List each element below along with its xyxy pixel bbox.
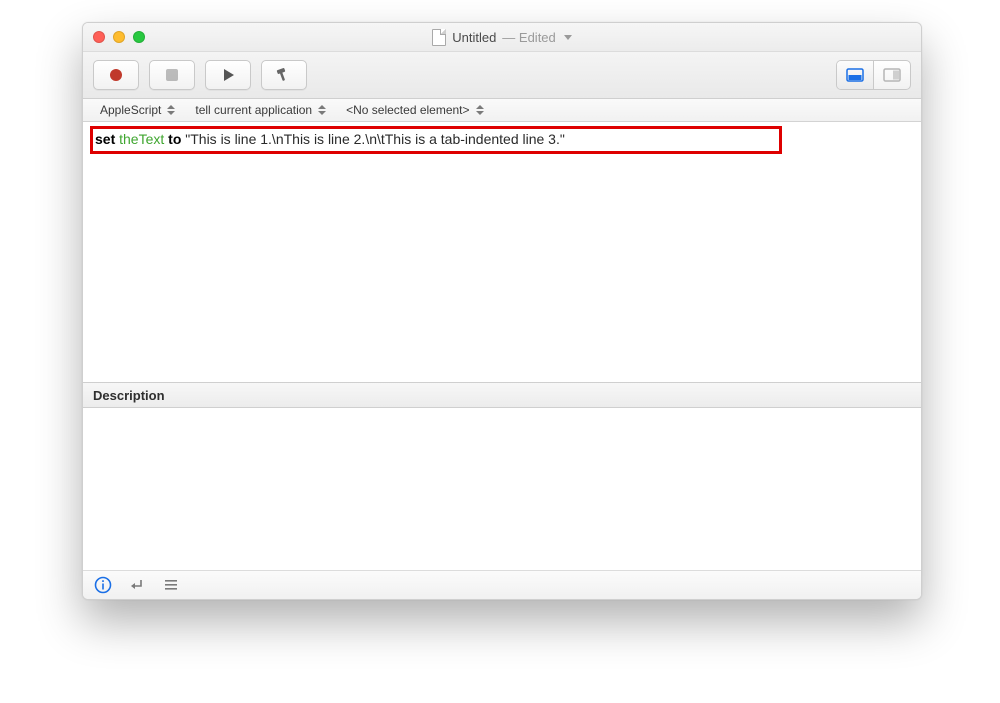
document-icon [432,29,446,46]
hammer-icon [275,66,293,84]
selection-label: <No selected element> [346,103,469,117]
keyword-set: set [95,131,115,147]
enter-button[interactable] [127,575,147,595]
view-results-button[interactable] [837,61,873,89]
log-pane-icon [883,68,901,82]
language-label: AppleScript [100,103,161,117]
build-button[interactable] [261,60,307,90]
minimize-window-button[interactable] [113,31,125,43]
zoom-window-button[interactable] [133,31,145,43]
traffic-lights [93,31,145,43]
close-window-button[interactable] [93,31,105,43]
stop-button[interactable] [149,60,195,90]
title-bar[interactable]: Untitled — Edited [83,23,921,52]
play-icon [220,67,236,83]
language-popup[interactable]: AppleScript [91,100,184,120]
window-title: Untitled [452,30,496,45]
status-bar [83,571,921,599]
info-button[interactable] [93,575,113,595]
view-log-button[interactable] [873,61,910,89]
window-edited-status: — Edited [502,30,555,45]
description-panel-body[interactable] [83,408,921,571]
view-mode-segment [836,60,911,90]
variable-name: theText [119,131,164,147]
list-button[interactable] [161,575,181,595]
list-icon [162,576,180,594]
selection-popup[interactable]: <No selected element> [337,100,492,120]
context-label: tell current application [195,103,312,117]
stepper-arrows-icon [476,105,484,115]
window-title-group: Untitled — Edited [83,29,921,46]
description-panel-header[interactable]: Description [83,382,921,408]
context-popup[interactable]: tell current application [186,100,335,120]
string-literal: "This is line 1.\nThis is line 2.\n\tThi… [185,131,565,147]
chevron-down-icon[interactable] [564,35,572,40]
keyword-to: to [168,131,181,147]
info-icon [94,576,112,594]
run-button[interactable] [205,60,251,90]
stepper-arrows-icon [318,105,326,115]
record-button[interactable] [93,60,139,90]
description-header-label: Description [93,388,165,403]
stepper-arrows-icon [167,105,175,115]
stop-icon [166,69,178,81]
results-pane-icon [846,68,864,82]
app-window: Untitled — Edited [82,22,922,600]
script-editor-area[interactable]: set theText to "This is line 1.\nThis is… [83,122,921,382]
record-icon [108,67,124,83]
return-arrow-icon [128,576,146,594]
navigation-bar: AppleScript tell current application <No… [83,99,921,122]
toolbar [83,52,921,99]
code-line-1[interactable]: set theText to "This is line 1.\nThis is… [95,131,565,147]
